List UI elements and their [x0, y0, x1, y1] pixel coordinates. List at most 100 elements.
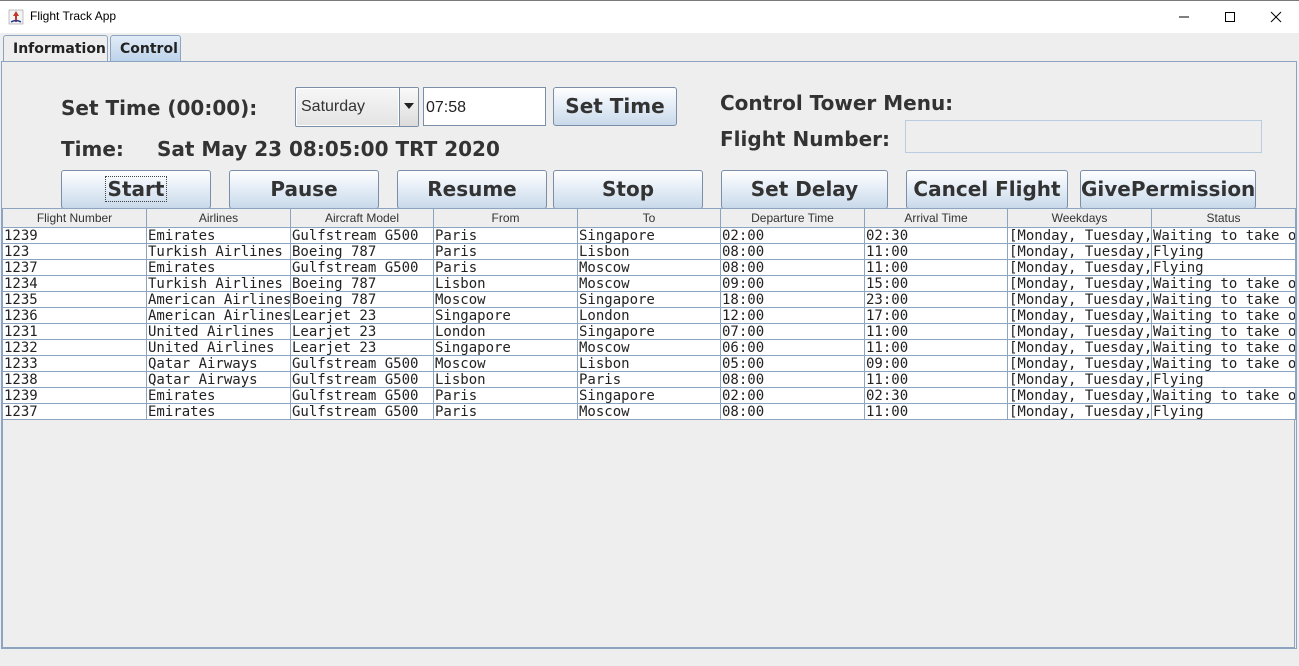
day-select[interactable]: Saturday [295, 87, 419, 127]
cell-to[interactable]: Moscow [577, 275, 721, 292]
cell-status[interactable]: Waiting to take off [1151, 355, 1296, 372]
cell-airlines[interactable]: American Airlines [146, 307, 291, 324]
cell-status[interactable]: Flying [1151, 403, 1296, 420]
cell-airlines[interactable]: Emirates [146, 259, 291, 276]
cell-from[interactable]: Moscow [433, 355, 578, 372]
cell-from[interactable]: London [433, 323, 578, 340]
cell-status[interactable]: Flying [1151, 371, 1296, 388]
cell-airlines[interactable]: Qatar Airways [146, 355, 291, 372]
cell-airlines[interactable]: Turkish Airlines [146, 243, 291, 260]
cell-arrival-time[interactable]: 11:00 [864, 259, 1008, 276]
cell-flight-number[interactable]: 1239 [2, 227, 147, 244]
cell-departure-time[interactable]: 08:00 [720, 403, 865, 420]
cell-arrival-time[interactable]: 02:30 [864, 227, 1008, 244]
cell-status[interactable]: Waiting to take off [1151, 275, 1296, 292]
cell-status[interactable]: Waiting to take off [1151, 307, 1296, 324]
cell-to[interactable]: Singapore [577, 227, 721, 244]
cell-airlines[interactable]: Turkish Airlines [146, 275, 291, 292]
cell-weekdays[interactable]: [Monday, Tuesday,... [1007, 291, 1152, 308]
cell-from[interactable]: Paris [433, 243, 578, 260]
table-row[interactable]: 1233 Qatar Airways Gulfstream G500 Moscow Li… [2, 355, 1296, 372]
table-row[interactable]: 1238 Qatar Airways Gulfstream G500 Lisbon Pa… [2, 371, 1296, 388]
cell-flight-number[interactable]: 1233 [2, 355, 147, 372]
set-delay-button[interactable]: Set Delay [721, 170, 888, 209]
cell-from[interactable]: Paris [433, 227, 578, 244]
cell-departure-time[interactable]: 05:00 [720, 355, 865, 372]
cell-from[interactable]: Lisbon [433, 275, 578, 292]
cell-status[interactable]: Waiting to take off [1151, 387, 1296, 404]
resume-button[interactable]: Resume [397, 170, 547, 209]
cell-arrival-time[interactable]: 15:00 [864, 275, 1008, 292]
table-row[interactable]: 1231 United Airlines Learjet 23 London Singa… [2, 323, 1296, 340]
start-button[interactable]: Start [61, 170, 211, 209]
cell-to[interactable]: Moscow [577, 259, 721, 276]
column-header-airlines[interactable]: Airlines [146, 208, 291, 228]
cell-departure-time[interactable]: 07:00 [720, 323, 865, 340]
cell-weekdays[interactable]: [Monday, Tuesday,... [1007, 259, 1152, 276]
table-row[interactable]: 1236 American Airlines Learjet 23 Singapore… [2, 307, 1296, 324]
pause-button[interactable]: Pause [229, 170, 379, 209]
table-row[interactable]: 1232 United Airlines Learjet 23 Singapore Mo… [2, 339, 1296, 356]
column-header-to[interactable]: To [577, 208, 721, 228]
cell-status[interactable]: Waiting to take off [1151, 291, 1296, 308]
set-time-button[interactable]: Set Time [553, 87, 677, 126]
column-header-weekdays[interactable]: Weekdays [1007, 208, 1152, 228]
cell-aircraft-model[interactable]: Boeing 787 [290, 291, 434, 308]
cell-status[interactable]: Waiting to take off [1151, 339, 1296, 356]
cell-aircraft-model[interactable]: Gulfstream G500 [290, 403, 434, 420]
cell-flight-number[interactable]: 1235 [2, 291, 147, 308]
cell-weekdays[interactable]: [Monday, Tuesday,... [1007, 355, 1152, 372]
cell-to[interactable]: Moscow [577, 339, 721, 356]
cell-from[interactable]: Paris [433, 403, 578, 420]
cell-airlines[interactable]: Emirates [146, 387, 291, 404]
cell-status[interactable]: Waiting to take off [1151, 323, 1296, 340]
cell-aircraft-model[interactable]: Learjet 23 [290, 339, 434, 356]
cell-departure-time[interactable]: 08:00 [720, 371, 865, 388]
cell-airlines[interactable]: American Airlines [146, 291, 291, 308]
column-header-departure-time[interactable]: Departure Time [720, 208, 865, 228]
column-header-arrival-time[interactable]: Arrival Time [864, 208, 1008, 228]
cell-airlines[interactable]: Emirates [146, 227, 291, 244]
cell-from[interactable]: Singapore [433, 307, 578, 324]
day-select-toggle[interactable] [399, 88, 418, 126]
cell-airlines[interactable]: Emirates [146, 403, 291, 420]
give-permission-button[interactable]: GivePermission [1080, 170, 1256, 209]
cell-flight-number[interactable]: 1237 [2, 259, 147, 276]
cell-to[interactable]: Singapore [577, 387, 721, 404]
cell-departure-time[interactable]: 12:00 [720, 307, 865, 324]
table-row[interactable]: 1239 Emirates Gulfstream G500 Paris Singapor… [2, 227, 1296, 244]
table-row[interactable]: 1235 American Airlines Boeing 787 Moscow Sin… [2, 291, 1296, 308]
cell-from[interactable]: Moscow [433, 291, 578, 308]
cell-from[interactable]: Paris [433, 387, 578, 404]
cell-status[interactable]: Flying [1151, 259, 1296, 276]
cell-departure-time[interactable]: 08:00 [720, 259, 865, 276]
cell-to[interactable]: Singapore [577, 291, 721, 308]
cell-departure-time[interactable]: 18:00 [720, 291, 865, 308]
cell-weekdays[interactable]: [Monday, Tuesday,... [1007, 387, 1152, 404]
maximize-button[interactable] [1207, 1, 1253, 33]
cell-departure-time[interactable]: 06:00 [720, 339, 865, 356]
cell-arrival-time[interactable]: 11:00 [864, 323, 1008, 340]
cell-weekdays[interactable]: [Monday, Tuesday,... [1007, 339, 1152, 356]
cell-arrival-time[interactable]: 11:00 [864, 371, 1008, 388]
cell-to[interactable]: Paris [577, 371, 721, 388]
cell-arrival-time[interactable]: 23:00 [864, 291, 1008, 308]
cell-flight-number[interactable]: 1234 [2, 275, 147, 292]
close-button[interactable] [1253, 1, 1299, 33]
table-row[interactable]: 1234 Turkish Airlines Boeing 787 Lisbon Mosc… [2, 275, 1296, 292]
column-header-flight-number[interactable]: Flight Number [2, 208, 147, 228]
cell-arrival-time[interactable]: 02:30 [864, 387, 1008, 404]
time-input[interactable]: 07:58 [423, 87, 546, 126]
cell-flight-number[interactable]: 1232 [2, 339, 147, 356]
cell-arrival-time[interactable]: 17:00 [864, 307, 1008, 324]
cell-to[interactable]: Moscow [577, 403, 721, 420]
cell-weekdays[interactable]: [Monday, Tuesday,... [1007, 275, 1152, 292]
cell-aircraft-model[interactable]: Boeing 787 [290, 243, 434, 260]
cell-weekdays[interactable]: [Monday, Tuesday,... [1007, 227, 1152, 244]
cell-arrival-time[interactable]: 11:00 [864, 403, 1008, 420]
column-header-aircraft-model[interactable]: Aircraft Model [290, 208, 434, 228]
cell-departure-time[interactable]: 02:00 [720, 387, 865, 404]
cancel-flight-button[interactable]: Cancel Flight [906, 170, 1068, 209]
cell-arrival-time[interactable]: 11:00 [864, 339, 1008, 356]
cell-flight-number[interactable]: 1239 [2, 387, 147, 404]
